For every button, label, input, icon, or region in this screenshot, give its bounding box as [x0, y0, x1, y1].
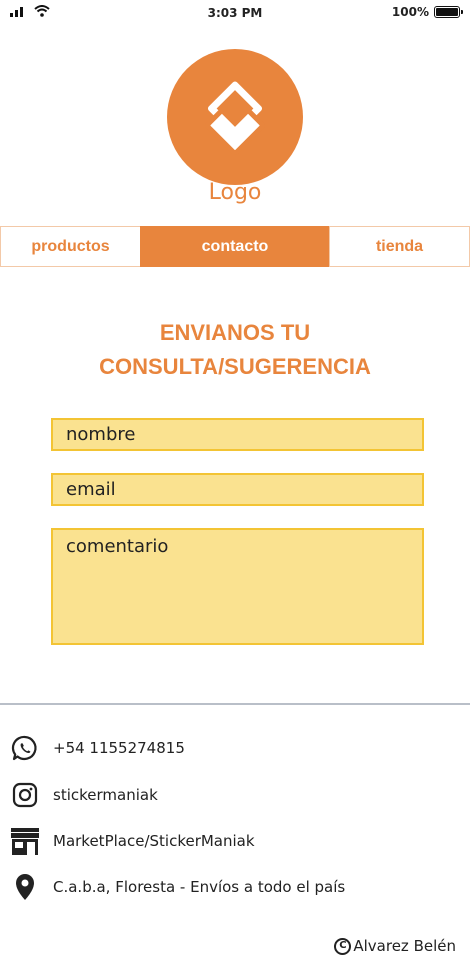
credit-text: Alvarez Belén [353, 937, 456, 955]
contact-phone[interactable]: +54 1155274815 [10, 733, 185, 763]
location-text: C.a.b.a, Floresta - Envíos a todo el paí… [53, 878, 346, 896]
battery-percent: 100% [391, 5, 429, 19]
form-title: ENVIANOS TU CONSULTA/SUGERENCIA [0, 316, 470, 384]
logo-label: Logo [208, 180, 262, 205]
phone-text: +54 1155274815 [53, 739, 185, 757]
instagram-text: stickermaniak [53, 786, 158, 804]
tab-productos[interactable]: productos [0, 226, 141, 267]
whatsapp-icon [10, 733, 40, 763]
form-title-line2: CONSULTA/SUGERENCIA [99, 354, 371, 379]
copyright-icon: C [334, 937, 352, 955]
tab-contacto[interactable]: contacto [140, 226, 330, 267]
tab-tienda[interactable]: tienda [329, 226, 470, 267]
location-pin-icon [10, 872, 40, 902]
name-field[interactable] [51, 418, 424, 451]
form-title-line1: ENVIANOS TU [159, 320, 311, 345]
logo-circle [167, 49, 303, 185]
credit: C Alvarez Belén [334, 937, 456, 955]
contact-marketplace[interactable]: MarketPlace/StickerManiak [10, 826, 255, 856]
comment-field[interactable] [51, 528, 424, 645]
status-bar: 3:03 PM 100% [0, 0, 470, 28]
status-right: 100% [391, 5, 463, 19]
store-icon [10, 826, 40, 856]
contact-instagram[interactable]: stickermaniak [10, 780, 158, 810]
battery-icon [434, 6, 463, 18]
contact-location: C.a.b.a, Floresta - Envíos a todo el paí… [10, 872, 345, 902]
footer-divider [0, 703, 470, 705]
battery-fill [436, 8, 458, 16]
logo-icon [205, 81, 265, 156]
marketplace-text: MarketPlace/StickerManiak [53, 832, 255, 850]
instagram-icon [10, 780, 40, 810]
email-field[interactable] [51, 473, 424, 506]
tab-bar: productos contacto tienda [0, 226, 470, 267]
